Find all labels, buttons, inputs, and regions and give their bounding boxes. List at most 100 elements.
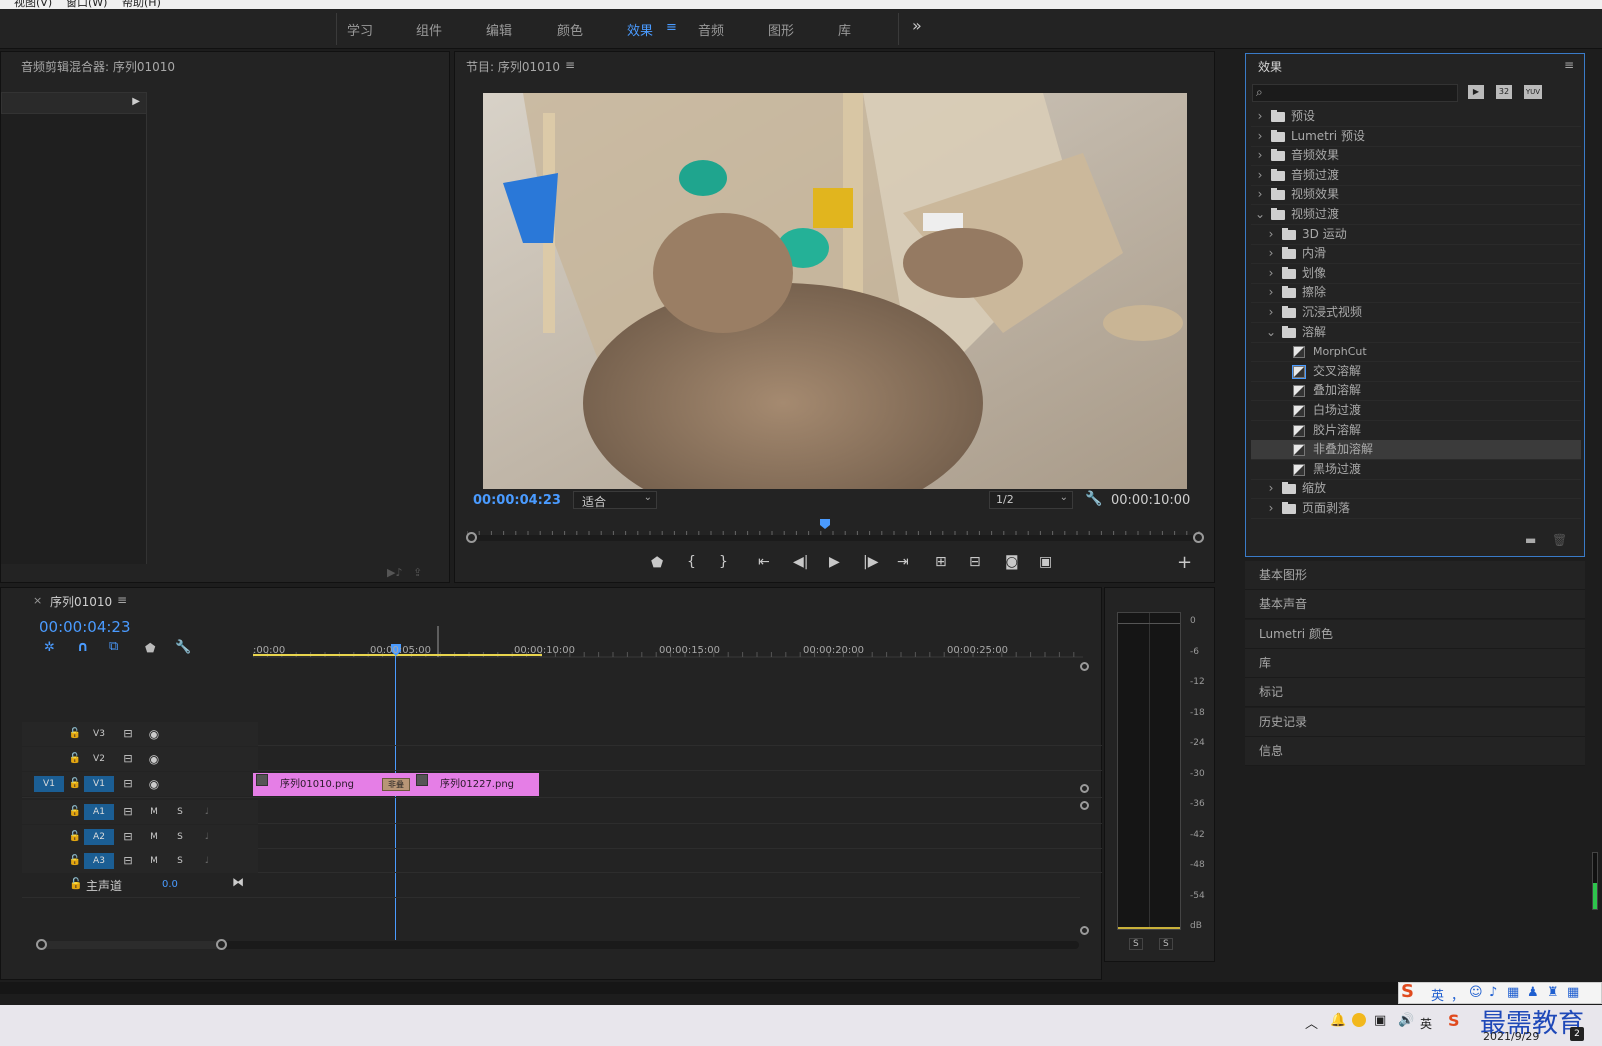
effects-tree-row[interactable]: ⌄ 溶解 [1251,323,1581,343]
chevron-right-icon[interactable]: › [1266,283,1276,302]
step-forward-icon[interactable]: |▶ [863,554,878,570]
effects-tree-row[interactable]: 黑场过渡 [1251,460,1581,480]
microphone-icon[interactable]: ♩ [200,804,214,820]
side-panel-tab[interactable]: 库 [1245,648,1585,678]
side-panel-tab[interactable]: Lumetri 颜色 [1245,619,1585,649]
vscroll-handle-top[interactable] [1080,662,1089,671]
clip-label[interactable]: 序列01227.png [440,775,514,790]
hscroll-handle-left[interactable] [36,939,47,950]
effects-tree-row[interactable]: 胶片溶解 [1251,421,1581,441]
play-triangle-icon[interactable]: ▶ [132,96,140,107]
step-back-icon[interactable]: ◀| [793,554,808,570]
track-target-button[interactable]: V3 [84,726,114,742]
sync-lock-icon[interactable]: ⊟ [120,776,136,792]
side-panel-tab[interactable]: 基本图形 [1245,561,1585,590]
panel-menu-icon[interactable]: ≡ [117,593,127,607]
timeline-settings-wrench-icon[interactable]: 🔧 [175,640,191,655]
solo-left-button[interactable]: S [1129,938,1143,950]
sync-lock-icon[interactable]: ⊟ [120,726,136,742]
timeline-timecode[interactable]: 00:00:04:23 [39,618,131,636]
lift-icon[interactable]: ⊞ [935,554,947,570]
track-target-button[interactable]: A2 [84,829,114,845]
chevron-right-icon[interactable]: › [1255,127,1265,146]
solo-button[interactable]: S [174,853,186,869]
wrench-icon[interactable]: 🔧 [1085,491,1102,507]
sogou-logo-icon[interactable]: S [1401,981,1414,1002]
skin-icon[interactable]: ♜ [1547,985,1559,1000]
lock-icon[interactable]: 🔓 [68,751,82,767]
effects-tree-row[interactable]: › 划像 [1251,264,1581,284]
chevron-right-icon[interactable]: › [1266,499,1276,518]
track-target-button[interactable]: A3 [84,853,114,869]
go-to-out-icon[interactable]: ⇥ [897,554,909,570]
mixer-export-icon[interactable]: ⇪ [413,566,422,579]
accelerated-effects-icon[interactable]: ▶ [1468,85,1484,99]
solo-button[interactable]: S [174,829,186,845]
side-panel-tab[interactable]: 历史记录 [1245,707,1585,737]
effects-search-input[interactable]: ⌕ [1252,84,1458,102]
add-marker-icon[interactable]: ⬟ [145,641,155,655]
tab-learn[interactable]: 学习 [347,20,373,39]
marker-icon[interactable]: ⬟ [651,555,663,571]
tray-app-icon[interactable] [1352,1013,1366,1027]
lock-icon[interactable]: 🔓 [68,726,82,742]
sync-lock-icon[interactable]: ⊟ [120,751,136,767]
add-button-icon[interactable]: + [1177,552,1192,573]
effects-tree-row[interactable]: › 沉浸式视频 [1251,303,1581,323]
chevron-right-icon[interactable]: › [1266,303,1276,322]
lock-icon[interactable]: 🔓 [68,853,82,869]
current-timecode[interactable]: 00:00:04:23 [473,493,561,508]
sync-lock-icon[interactable]: ⊟ [120,853,136,869]
fit-dropdown[interactable]: 适合 ⌄ [573,491,657,509]
panel-menu-icon[interactable]: ≡ [1564,58,1574,72]
mixer-play-icon[interactable]: ▶♪ [387,566,402,579]
lock-icon[interactable]: 🔓 [69,877,83,890]
ime-punct-toggle[interactable]: ， [1451,985,1464,1004]
menu-help[interactable]: 帮助(H) [122,0,161,9]
32bit-effects-icon[interactable]: 32 [1496,85,1512,99]
chevron-down-icon[interactable]: ⌄ [1255,205,1265,224]
effects-tree-row[interactable]: › 音频过渡 [1251,166,1581,186]
sync-lock-icon[interactable]: ⊟ [120,829,136,845]
lock-icon[interactable]: 🔓 [68,776,82,792]
timeline-hscrollbar[interactable] [36,939,1079,950]
delete-icon[interactable]: 🗑 [1552,533,1567,547]
network-icon[interactable]: ▣ [1374,1013,1386,1028]
effects-tree-row[interactable]: › 音频效果 [1251,146,1581,167]
scroll-handle-right[interactable] [1193,532,1204,543]
microphone-icon[interactable]: ♪ [1489,985,1497,1000]
tab-effects[interactable]: 效果 [627,20,653,39]
chevron-down-icon[interactable]: ⌄ [1266,323,1276,342]
hscroll-thumb[interactable] [39,941,222,949]
chevron-right-icon[interactable]: › [1255,107,1265,126]
tab-assembly[interactable]: 组件 [416,20,442,39]
go-to-in-icon[interactable]: ⇤ [758,554,770,570]
chevron-right-icon[interactable]: › [1266,264,1276,283]
side-panel-tab[interactable]: 基本声音 [1245,590,1585,620]
comparison-view-icon[interactable]: ▣ [1039,554,1052,570]
tray-ime-indicator[interactable]: 英 [1420,1015,1432,1032]
effects-tree-row[interactable]: › 缩放 [1251,479,1581,500]
effects-tree-row[interactable]: ⌄ 视频过渡 [1251,205,1581,225]
master-toggle-icon[interactable]: ⧓ [232,875,244,889]
lock-icon[interactable]: 🔓 [68,804,82,820]
tab-effects-menu-icon[interactable]: ≡ [666,20,677,35]
panel-menu-icon[interactable]: ≡ [565,58,575,72]
chevron-right-icon[interactable]: › [1266,479,1276,498]
source-patch-button[interactable]: V1 [34,776,64,792]
side-panel-tab[interactable]: 信息 [1245,736,1585,766]
lock-icon[interactable]: 🔓 [68,829,82,845]
taskbar-date[interactable]: 2021/9/29 [1483,1030,1539,1043]
solo-button[interactable]: S [174,804,186,820]
tray-expand-icon[interactable]: ︿ [1305,1013,1318,1032]
eye-icon[interactable]: ◉ [146,751,162,767]
effects-tree-row[interactable]: 叠加溶解 [1251,381,1581,402]
effects-tree-row[interactable]: 白场过渡 [1251,401,1581,421]
effects-tree-row[interactable]: 交叉溶解 [1251,362,1581,382]
keyboard-icon[interactable]: ▦ [1507,985,1519,1000]
scroll-handle-left[interactable] [466,532,477,543]
menu-window[interactable]: 窗口(W) [66,0,107,9]
tab-audio[interactable]: 音频 [698,20,724,39]
track-target-button[interactable]: V1 [84,776,114,792]
effects-tree-row[interactable]: › Lumetri 预设 [1251,127,1581,147]
